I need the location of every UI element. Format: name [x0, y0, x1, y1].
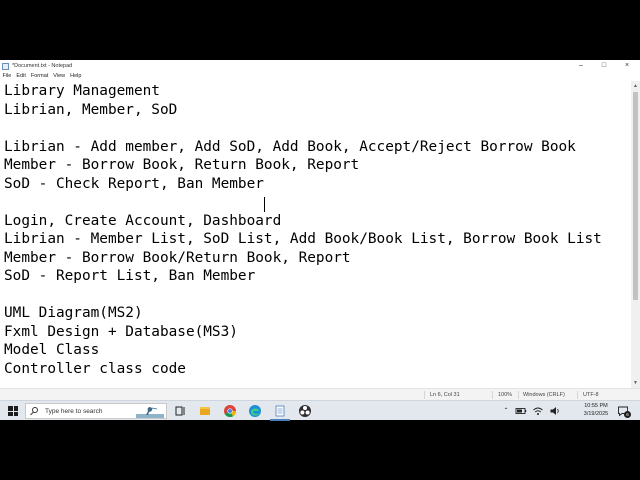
minimize-button[interactable]: –	[570, 60, 592, 72]
scroll-thumb[interactable]	[633, 92, 638, 300]
search-placeholder: Type here to search	[45, 408, 103, 415]
status-divider	[492, 391, 493, 399]
menu-view[interactable]: View	[51, 72, 68, 81]
text-line: Member - Borrow Book/Return Book, Report	[4, 249, 351, 266]
window-title: *Document.txt - Notepad	[12, 63, 73, 69]
menu-bar: File Edit Format View Help	[0, 72, 640, 81]
text-line: Library Management	[4, 83, 160, 99]
notepad-window: *Document.txt - Notepad – □ × File Edit …	[0, 60, 640, 420]
network-icon[interactable]	[532, 405, 544, 417]
text-line: UML Diagram(MS2)	[4, 305, 143, 321]
notification-badge: 6	[624, 411, 631, 418]
menu-edit[interactable]: Edit	[14, 72, 28, 81]
menu-file[interactable]: File	[0, 72, 14, 81]
text-line: Login, Create Account, Dashboard	[4, 212, 282, 229]
text-line: Librian - Member List, SoD List, Add Boo…	[4, 231, 602, 247]
scroll-up-icon[interactable]: ▲	[631, 82, 640, 90]
chevron-up-icon[interactable]: ⌃	[500, 401, 512, 421]
status-divider	[518, 391, 519, 399]
close-button[interactable]: ×	[616, 60, 638, 72]
volume-icon[interactable]	[549, 405, 561, 417]
text-line: Fxml Design + Database(MS3)	[4, 323, 238, 340]
notepad-icon[interactable]	[273, 404, 287, 418]
battery-icon[interactable]	[515, 405, 527, 417]
edge-icon[interactable]	[248, 404, 262, 418]
heron-highlight-icon	[136, 407, 164, 418]
status-bar: Ln 6, Col 31 100% Windows (CRLF) UTF-8	[0, 388, 640, 400]
menu-help[interactable]: Help	[68, 72, 84, 81]
text-line: Librian, Member, SoD	[4, 101, 178, 118]
menu-format[interactable]: Format	[28, 72, 50, 81]
status-divider	[424, 391, 425, 399]
active-app-indicator	[270, 419, 290, 421]
notepad-app-icon	[2, 62, 9, 70]
taskbar: Type here to search ⌃ 10:55 PM 3/19/2025…	[0, 400, 640, 421]
title-bar[interactable]: *Document.txt - Notepad – □ ×	[0, 60, 640, 72]
file-explorer-icon[interactable]	[198, 404, 212, 418]
task-view-icon[interactable]	[173, 404, 187, 418]
text-caret	[264, 197, 265, 212]
text-line: SoD - Report List, Ban Member	[4, 268, 256, 284]
vertical-scrollbar[interactable]: ▲ ▼	[631, 81, 640, 388]
scroll-down-icon[interactable]: ▼	[631, 379, 640, 387]
status-divider	[577, 391, 578, 399]
clock-time: 10:55 PM	[584, 403, 608, 409]
system-clock[interactable]: 10:55 PM 3/19/2025	[580, 403, 612, 418]
clock-date: 3/19/2025	[583, 410, 609, 417]
text-line: SoD - Check Report, Ban Member	[4, 175, 264, 192]
chrome-icon[interactable]	[223, 404, 237, 418]
text-line: Controller class code	[4, 360, 186, 377]
text-line: Model Class	[4, 342, 100, 358]
windows-start-icon[interactable]	[8, 406, 18, 416]
obs-icon[interactable]	[298, 404, 312, 418]
text-line: Librian - Add member, Add SoD, Add Book,…	[4, 138, 576, 155]
text-editor[interactable]: Library Management Librian, Member, SoD …	[0, 81, 631, 388]
text-line: Member - Borrow Book, Return Book, Repor…	[4, 157, 360, 173]
taskbar-search-box[interactable]: Type here to search	[25, 403, 167, 419]
maximize-button[interactable]: □	[593, 60, 615, 72]
search-icon	[32, 407, 38, 413]
